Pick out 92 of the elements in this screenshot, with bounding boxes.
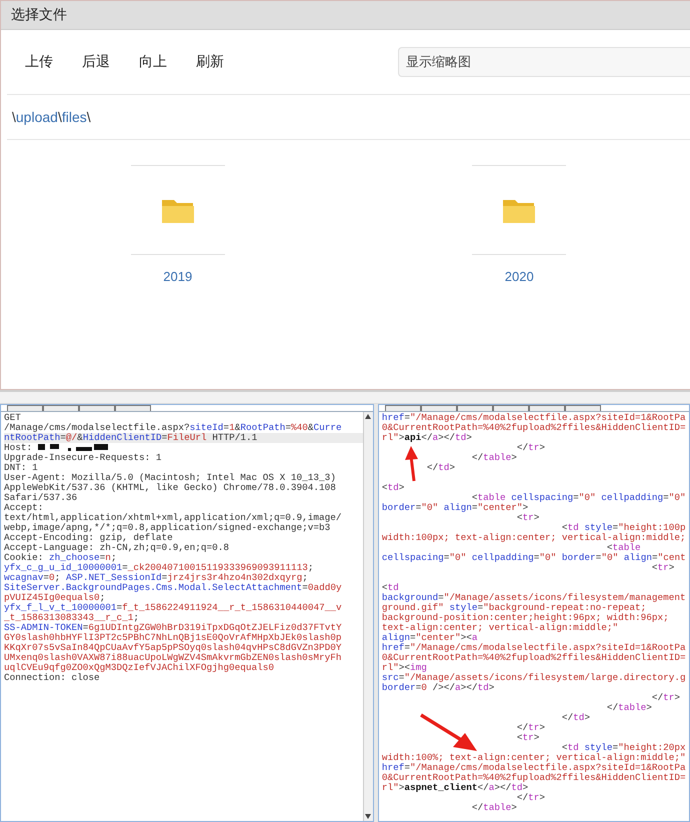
code-line: rl">api</a></td> [382, 433, 473, 443]
breadcrumb-separator: \ [86, 109, 91, 125]
code-line: href="/Manage/cms/modalselectfile.aspx?siteId=1&RootPa [382, 643, 687, 653]
code-line: 0&CurrentRootPath=%40%2fupload%2ffiles&HiddenClientID= [382, 423, 687, 433]
code-line: wcagnav=0; ASP.NET_SessionId=jrz4jrs3r4hzo4n302dxqyrg; [4, 573, 309, 583]
code-line: /Manage/cms/modalselectfile.aspx?siteId=1&RootPath=%40&Curre [4, 423, 343, 433]
code-line: </table> [606, 703, 653, 713]
code-line: </tr> [516, 723, 546, 733]
code-line: src="/Manage/assets/icons/filesystem/large.directory.g [382, 673, 687, 683]
panel-tab[interactable] [115, 405, 151, 411]
toolbar-button[interactable]: 向上 [127, 47, 179, 77]
code-line: User-Agent: Mozilla/5.0 (Macintosh; Intel Mac OS X 10_13_3) [4, 473, 337, 483]
code-line: rl">aspnet_client</a></td> [382, 783, 530, 793]
code-line: <table [606, 543, 642, 553]
code-line: GY0slash0hbHYFlI3PT2c5PBhC7NhLnQBj1sE0QoVrAfMHpXbJEk0slash0p [4, 633, 343, 643]
code-line: background="/Manage/assets/icons/filesystem/management [382, 593, 687, 603]
code-line: background-position:center;height:96px; width:96px; [382, 613, 670, 623]
code-line: uqlCVEu9qfg0ZO0xQgM3DQzIefVJAChilXFOgjhg0equals0 [4, 663, 276, 673]
panel-tab[interactable] [456, 405, 493, 411]
code-line: href="/Manage/cms/modalselectfile.aspx?siteId=1&RootPa [382, 763, 687, 773]
code-line: DNT: 1 [4, 463, 39, 473]
breadcrumb-link[interactable]: upload [16, 109, 58, 125]
code-line: webp,image/apng,*/*;q=0.8,application/signed-exchange;v=b3 [4, 523, 332, 533]
code-line: rl"><img [382, 663, 428, 673]
scroll-up-icon[interactable] [365, 414, 372, 419]
code-line: SiteServer.BackgroundPages.Cms.Modal.SelectAttachment=0add0y [4, 583, 343, 593]
code-line: pVUIZ45Ig0equals0; [4, 593, 106, 603]
code-line: Host: [4, 443, 363, 453]
code-line: </tr> [516, 443, 546, 453]
code-line: cellspacing="0" cellpadding="0" border="0" align="cent [382, 553, 687, 563]
toolbar-button[interactable]: 刷新 [184, 47, 236, 77]
code-line: <td style="height:100p [560, 523, 687, 533]
panel-tab[interactable] [528, 405, 565, 411]
code-line: 0&CurrentRootPath=%40%2fupload%2ffiles&HiddenClientID= [382, 773, 687, 783]
code-line: <tr> [650, 563, 676, 573]
code-line: <tr> [516, 733, 540, 743]
code-line: Upgrade-Insecure-Requests: 1 [4, 453, 163, 463]
scrollbar[interactable] [362, 412, 373, 821]
code-line: _t_1586313083343__r_c_1; [4, 613, 140, 623]
breadcrumb-separator: \ [12, 109, 16, 125]
code-line: Accept-Encoding: gzip, deflate [4, 533, 174, 543]
code-line: width:100px; text-align:center; vertical-align:middle; [382, 533, 687, 543]
folder-link[interactable]: 2020 [504, 269, 534, 284]
code-line: border=0 /></a></td> [382, 683, 496, 693]
code-line: <td style="height:20px [560, 743, 687, 753]
panel-tab[interactable] [384, 405, 421, 411]
code-line: 0&CurrentRootPath=%40%2fupload%2ffiles&HiddenClientID= [382, 653, 687, 663]
panel-tab[interactable] [420, 405, 457, 411]
code-line: yfx_c_g_u_id_10000001=_ck20040710015119333969093911113; [4, 563, 314, 573]
code-line: <td [382, 581, 400, 593]
scroll-down-icon[interactable] [365, 814, 372, 819]
view-select[interactable]: 显示缩略图 [398, 47, 690, 77]
panel-tab[interactable] [43, 405, 79, 411]
code-line: SS-ADMIN-TOKEN=6g1UDIntgZGW0hBrD319iTpxDGqOtZJELFiz0d37FTvtY [4, 623, 343, 633]
code-line: </table> [470, 803, 518, 813]
panel-tab[interactable] [79, 405, 115, 411]
code-line: border="0" align="center"> [382, 503, 530, 513]
code-line: <table cellspacing="0" cellpadding="0" [470, 493, 687, 503]
code-line: width:100%; text-align:center; vertical-align:middle;" [382, 753, 687, 763]
arrow-drawing [418, 713, 479, 753]
code-line: </td> [426, 463, 456, 473]
code-line: Connection: close [4, 673, 101, 683]
code-line: <tr> [516, 513, 540, 523]
toolbar-button[interactable]: 后退 [70, 47, 122, 77]
code-line: </table> [470, 453, 518, 463]
code-line: align="center"><a [382, 633, 479, 643]
code-line: </tr> [652, 693, 682, 703]
arrow-drawing [404, 446, 419, 482]
code-line: AppleWebKit/537.36 (KHTML, like Gecko) Chrome/78.0.3904.108 [4, 483, 337, 493]
code-line: </td> [560, 713, 591, 723]
code-line: text/html,application/xhtml+xml,application/xml;q=0.9,image/ [4, 513, 343, 523]
code-line: <td> [382, 481, 406, 493]
folder-link[interactable]: 2019 [163, 269, 192, 284]
toolbar-button[interactable]: 上传 [13, 47, 65, 77]
panel-tab[interactable] [7, 405, 43, 411]
code-line: Safari/537.36 [4, 493, 78, 503]
code-line: </tr> [516, 793, 546, 803]
code-line: yfx_f_l_v_t_10000001=f_t_1586224911924__r_t_1586310440047__v [4, 603, 343, 613]
dialog-title: 选择文件 [1, 1, 690, 30]
panel-tab[interactable] [564, 405, 601, 411]
code-line: Cookie: zh_choose=n; [4, 553, 118, 563]
code-line: GET [4, 413, 22, 423]
code-line: UMxenq0slash0VAXW87i88uacUpoLWgWZV4SmAkvrmGbZEN0slash0sMryFh [4, 653, 343, 663]
code-line: ground.gif" style="background-repeat:no-repeat; [382, 603, 648, 613]
code-line: text-align:center; vertical-align:middle;" [382, 623, 620, 633]
code-line: KKqXr07s5vSaIn84QpCUaAvfY5ap5pPSOyq0slash04qvHPsC8dGVZn3PD0Y [4, 643, 343, 653]
code-line: Accept-Language: zh-CN,zh;q=0.9,en;q=0.8 [4, 543, 230, 553]
breadcrumb-separator: \ [58, 109, 62, 125]
panel-tab[interactable] [492, 405, 529, 411]
code-line: Accept: [4, 503, 44, 513]
breadcrumb-link[interactable]: files [62, 109, 87, 125]
code-line: href="/Manage/cms/modalselectfile.aspx?siteId=1&RootPa [382, 413, 687, 423]
